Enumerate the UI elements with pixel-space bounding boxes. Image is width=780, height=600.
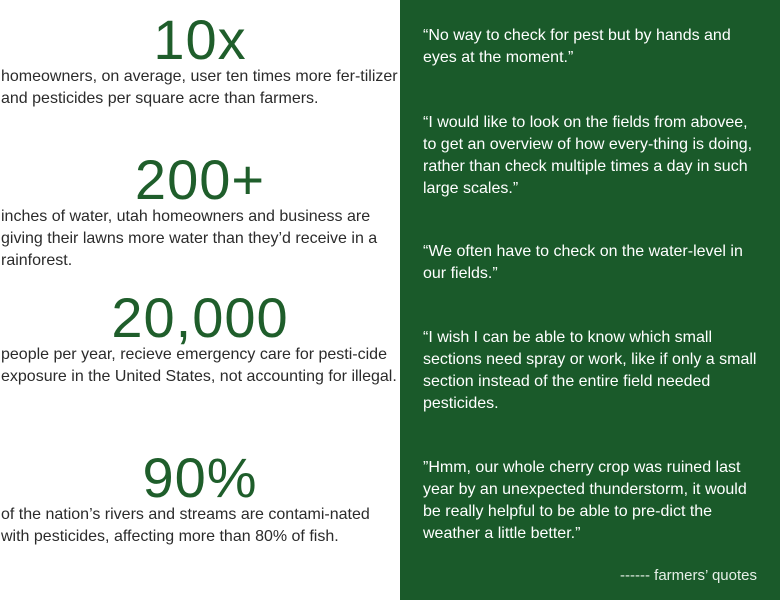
stat-number: 200+ — [134, 148, 266, 211]
quote-1: “No way to check for pest but by hands a… — [423, 27, 731, 66]
stat-description: people per year, recieve emergency care … — [1, 346, 397, 385]
stat-description: inches of water, utah homeowners and bus… — [1, 208, 378, 269]
stat-description: homeowners, on average, user ten times m… — [1, 68, 398, 107]
stat-block-90: 90% of the nation’s rivers and streams a… — [0, 446, 400, 548]
stat-number: 20,000 — [111, 286, 289, 349]
stat-number: 10x — [153, 8, 247, 71]
quote-5: ”Hmm, our whole cherry crop was ruined l… — [423, 459, 747, 542]
quotes-panel: “No way to check for pest but by hands a… — [400, 0, 780, 600]
quote-3: “We often have to check on the water-lev… — [423, 243, 743, 282]
stat-block-20000: 20,000 people per year, recieve emergenc… — [0, 286, 400, 388]
stat-block-200: 200+ inches of water, utah homeowners an… — [0, 148, 400, 272]
quote-2: “I would like to look on the fields from… — [423, 114, 753, 197]
stat-number: 90% — [142, 446, 258, 509]
stat-description: of the nation’s rivers and streams are c… — [1, 506, 370, 545]
quotes-attribution: ------ farmers’ quotes — [620, 567, 757, 584]
stat-block-10x: 10x homeowners, on average, user ten tim… — [0, 8, 400, 110]
stats-panel: 10x homeowners, on average, user ten tim… — [0, 0, 400, 600]
quote-4: “I wish I can be able to know which smal… — [423, 329, 757, 412]
